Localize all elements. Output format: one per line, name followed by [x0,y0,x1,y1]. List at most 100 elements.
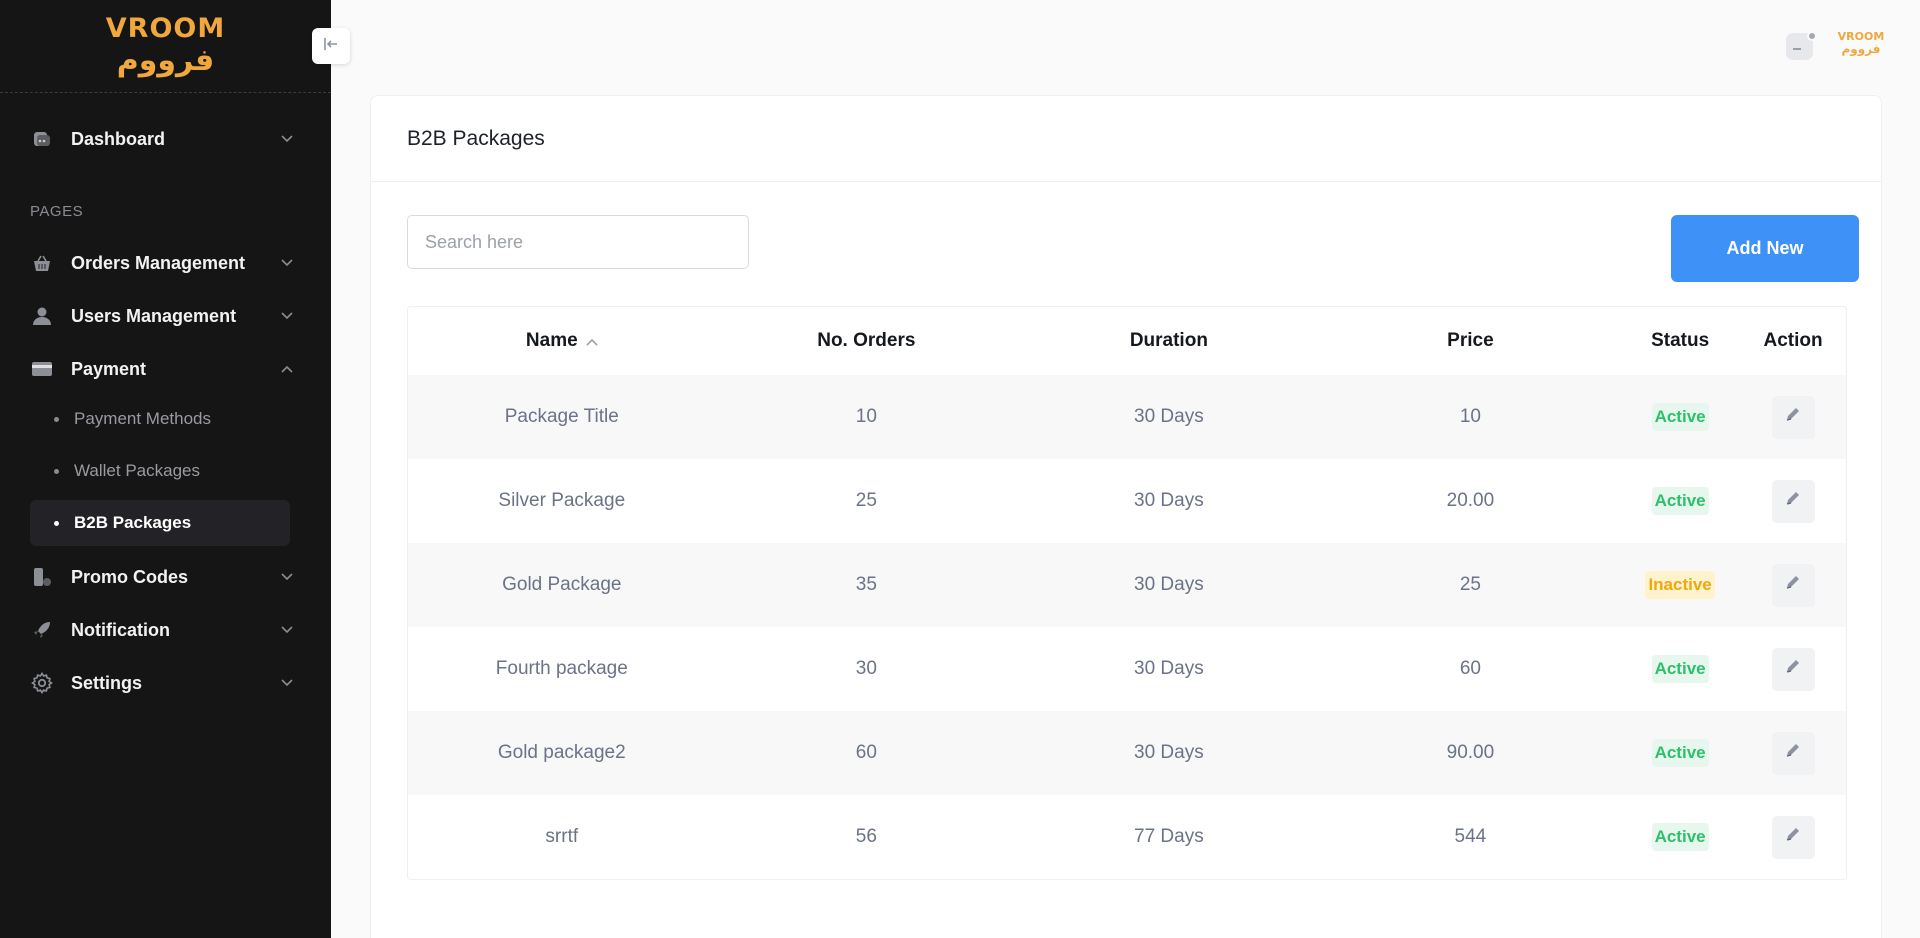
cell-price: 20.00 [1446,490,1495,511]
sidebar-item-users-management[interactable]: Users Management [30,296,294,336]
sidebar-subitem-label: Wallet Packages [74,461,200,480]
credit-card-icon [30,357,54,381]
sidebar-item-label: Orders Management [71,252,246,273]
sidebar-item-settings[interactable]: Settings [30,663,294,703]
sidebar-item-orders-management[interactable]: Orders Management [30,243,294,283]
column-header-orders: No. Orders [817,330,916,351]
sidebar-subitem-b2b-packages[interactable]: B2B Packages [30,500,290,546]
edit-button[interactable] [1771,479,1815,523]
chevron-down-icon [280,309,294,323]
cell-price: 25 [1459,574,1481,595]
pencil-icon [1784,489,1802,513]
edit-button[interactable] [1771,395,1815,439]
chevron-down-icon [280,132,294,146]
brand-name-en: VROOM [105,13,226,44]
status-badge: Active [1651,403,1709,431]
section-label-pages: PAGES [30,203,84,220]
cell-action [1740,459,1846,543]
cell-name: Silver Package [498,490,626,511]
dashboard-icon [30,127,54,151]
cell-duration: 30 Days [1134,406,1204,427]
arrow-left-to-line-icon [323,37,339,56]
cell-price: 90.00 [1446,742,1495,763]
column-header-name[interactable]: Name [408,307,716,375]
gear-icon [30,671,54,695]
table-row: Gold Package 35 30 Days 25 Inactive [408,543,1846,627]
cell-duration: 77 Days [1134,826,1204,847]
user-icon [30,304,54,328]
packages-table: Name No. Orders Duration Price Status Ac… [407,306,1847,880]
cell-orders: 35 [855,574,877,595]
sidebar-item-payment[interactable]: Payment [30,349,294,389]
status-badge: Active [1651,655,1709,683]
cell-action [1740,627,1846,711]
status-badge: Active [1651,823,1709,851]
cell-name: srrtf [545,826,579,847]
cell-orders: 10 [855,406,877,427]
chevron-down-icon [280,570,294,584]
cell-name: Fourth package [495,658,628,679]
edit-button[interactable] [1771,731,1815,775]
cell-status: Active [1620,627,1740,711]
sidebar-collapse-button[interactable] [312,28,350,64]
sidebar-item-label: Payment [71,358,147,379]
topbar-brand-ar: فرووم [1841,42,1881,56]
status-badge: Active [1651,487,1709,515]
cell-action [1740,795,1846,879]
basket-icon [30,251,54,275]
chevron-down-icon [280,676,294,690]
promo-tag-icon [30,565,54,589]
pencil-icon [1784,657,1802,681]
table-row: Silver Package 25 30 Days 20.00 Active [408,459,1846,543]
sidebar-item-label: Promo Codes [71,566,189,587]
cell-action [1740,375,1846,459]
chevron-down-icon [280,623,294,637]
sidebar-item-label: Notification [71,619,170,640]
cell-duration: 30 Days [1134,658,1204,679]
cell-name: Gold package2 [497,742,626,763]
column-header-duration: Duration [1129,330,1208,351]
table-header-row: Name No. Orders Duration Price Status Ac… [408,307,1846,375]
cell-price: 60 [1459,658,1481,679]
sidebar-subitem-wallet-packages[interactable]: Wallet Packages [30,448,290,494]
cell-price: 10 [1459,406,1481,427]
card-header: B2B Packages [371,96,1881,182]
column-header-label: Name [525,330,578,351]
edit-button[interactable] [1771,815,1815,859]
bullet-icon [54,468,59,474]
cell-name: Package Title [504,406,619,427]
edit-button[interactable] [1771,647,1815,691]
cell-status: Active [1620,795,1740,879]
cell-duration: 30 Days [1134,574,1204,595]
sidebar-item-promo-codes[interactable]: Promo Codes [30,557,294,597]
packages-card: B2B Packages Add New Name No. Orders Dur… [370,95,1882,938]
cell-orders: 60 [855,742,877,763]
cell-action [1740,543,1846,627]
brand-logo[interactable]: VROOM فرووم [0,0,331,93]
pencil-icon [1784,573,1802,597]
brand-name-ar: فرووم [116,43,215,78]
sidebar-subitem-label: B2B Packages [74,513,192,532]
search-input[interactable] [407,215,749,269]
sidebar-item-label: Settings [71,672,143,693]
status-badge: Active [1651,739,1709,767]
pencil-icon [1784,825,1802,849]
sidebar-subitem-label: Payment Methods [74,409,212,428]
cell-action [1740,711,1846,795]
add-new-button[interactable]: Add New [1671,215,1859,282]
page-title: B2B Packages [407,126,545,150]
sidebar-item-label: Dashboard [71,128,166,149]
bullet-icon [54,416,59,422]
chevron-down-icon [280,256,294,270]
table-row: Gold package2 60 30 Days 90.00 Active [408,711,1846,795]
sidebar-subitem-payment-methods[interactable]: Payment Methods [30,396,290,442]
column-header-price: Price [1447,330,1494,351]
chevron-up-icon [280,362,294,376]
cell-duration: 30 Days [1134,490,1204,511]
column-header-status: Status [1651,330,1710,351]
sidebar-item-dashboard[interactable]: Dashboard [30,119,294,159]
sidebar-item-notification[interactable]: Notification [30,610,294,650]
cell-orders: 30 [855,658,877,679]
edit-button[interactable] [1771,563,1815,607]
cell-price: 544 [1454,826,1487,847]
